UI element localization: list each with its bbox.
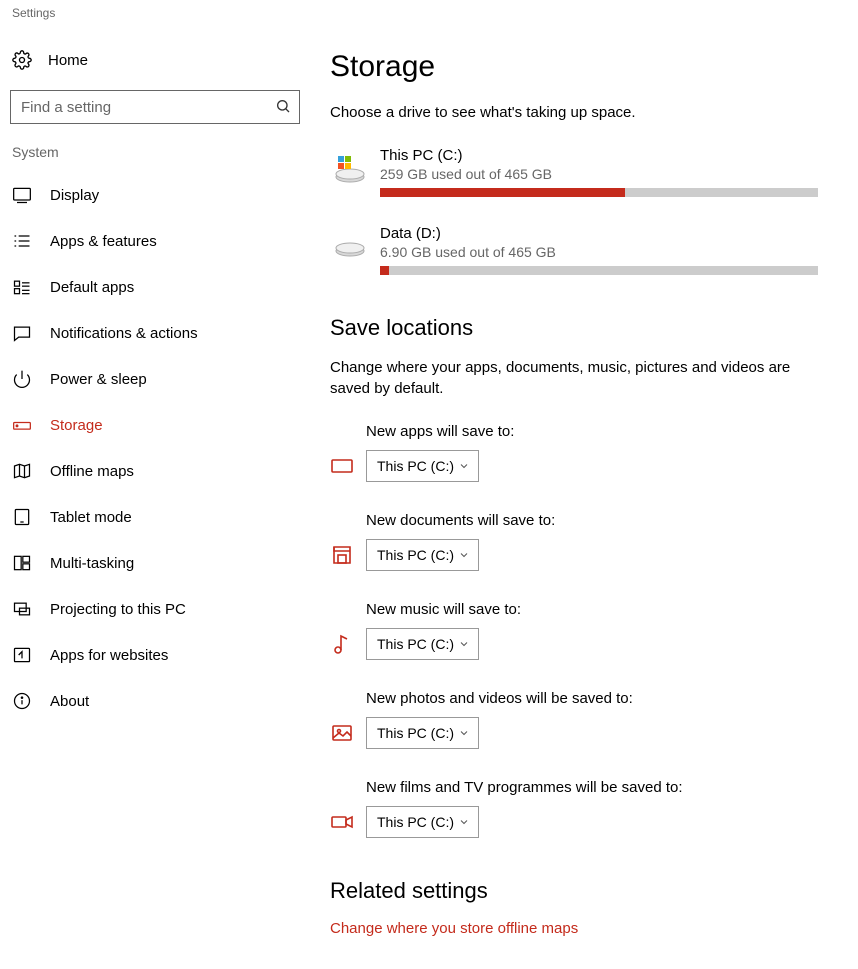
apps-save-icon xyxy=(330,454,354,478)
nav-offline-maps[interactable]: Offline maps xyxy=(0,448,310,494)
dropdown-value: This PC (C:) xyxy=(377,458,454,474)
save-music-dropdown[interactable]: This PC (C:) xyxy=(366,628,479,660)
nav-label: Notifications & actions xyxy=(50,325,198,342)
nav-label: Storage xyxy=(50,417,103,434)
chevron-down-icon xyxy=(458,727,470,739)
drive-usage-bar xyxy=(380,188,818,197)
gear-icon xyxy=(12,50,32,70)
documents-save-icon xyxy=(330,543,354,567)
nav-multi-tasking[interactable]: Multi-tasking xyxy=(0,540,310,586)
dropdown-value: This PC (C:) xyxy=(377,814,454,830)
save-label-photos: New photos and videos will be saved to: xyxy=(366,690,818,707)
default-apps-icon xyxy=(12,277,32,297)
nav-label: Tablet mode xyxy=(50,509,132,526)
drive-data-icon xyxy=(330,227,370,267)
window-title: Settings xyxy=(0,0,858,32)
list-icon xyxy=(12,231,32,251)
nav-label: Apps & features xyxy=(50,233,157,250)
save-apps-dropdown[interactable]: This PC (C:) xyxy=(366,450,479,482)
nav-power-sleep[interactable]: Power & sleep xyxy=(0,356,310,402)
dropdown-value: This PC (C:) xyxy=(377,636,454,652)
storage-icon xyxy=(12,415,32,435)
nav-storage[interactable]: Storage xyxy=(0,402,310,448)
nav-label: Apps for websites xyxy=(50,647,168,664)
notifications-icon xyxy=(12,323,32,343)
nav-apps-websites[interactable]: Apps for websites xyxy=(0,632,310,678)
nav-tablet-mode[interactable]: Tablet mode xyxy=(0,494,310,540)
save-label-documents: New documents will save to: xyxy=(366,512,818,529)
nav-label: Display xyxy=(50,187,99,204)
chevron-down-icon xyxy=(458,460,470,472)
chevron-down-icon xyxy=(458,816,470,828)
photos-save-icon xyxy=(330,721,354,745)
search-input[interactable] xyxy=(11,99,299,116)
save-label-apps: New apps will save to: xyxy=(366,423,818,440)
nav-label: Projecting to this PC xyxy=(50,601,186,618)
drive-usage-text: 259 GB used out of 465 GB xyxy=(380,166,818,182)
search-input-container[interactable] xyxy=(10,90,300,124)
home-label: Home xyxy=(48,52,88,69)
info-icon xyxy=(12,691,32,711)
nav-label: Multi-tasking xyxy=(50,555,134,572)
apps-websites-icon xyxy=(12,645,32,665)
projecting-icon xyxy=(12,599,32,619)
dropdown-value: This PC (C:) xyxy=(377,547,454,563)
nav-label: Offline maps xyxy=(50,463,134,480)
chevron-down-icon xyxy=(458,638,470,650)
page-heading-related: Related settings xyxy=(330,878,818,904)
monitor-icon xyxy=(12,185,32,205)
storage-subtext: Choose a drive to see what's taking up s… xyxy=(330,102,818,123)
drive-system-icon xyxy=(330,149,370,189)
save-locations-subtext: Change where your apps, documents, music… xyxy=(330,357,818,399)
save-photos-dropdown[interactable]: This PC (C:) xyxy=(366,717,479,749)
nav-apps-features[interactable]: Apps & features xyxy=(0,218,310,264)
nav-label: About xyxy=(50,693,89,710)
drive-usage-bar xyxy=(380,266,818,275)
drive-usage-fill xyxy=(380,266,389,275)
save-label-films: New films and TV programmes will be save… xyxy=(366,779,818,796)
save-label-music: New music will save to: xyxy=(366,601,818,618)
page-heading-save-locations: Save locations xyxy=(330,315,818,341)
nav-display[interactable]: Display xyxy=(0,172,310,218)
multitasking-icon xyxy=(12,553,32,573)
drive-usage-fill xyxy=(380,188,625,197)
home-button[interactable]: Home xyxy=(0,42,310,78)
music-save-icon xyxy=(330,632,354,656)
page-heading-storage: Storage xyxy=(330,50,818,84)
map-icon xyxy=(12,461,32,481)
video-save-icon xyxy=(330,810,354,834)
drive-d[interactable]: Data (D:) 6.90 GB used out of 465 GB xyxy=(330,225,818,275)
drive-name: This PC (C:) xyxy=(380,147,818,164)
related-link-offline-maps[interactable]: Change where you store offline maps xyxy=(330,920,818,937)
save-documents-dropdown[interactable]: This PC (C:) xyxy=(366,539,479,571)
drive-usage-text: 6.90 GB used out of 465 GB xyxy=(380,244,818,260)
nav-notifications[interactable]: Notifications & actions xyxy=(0,310,310,356)
save-films-dropdown[interactable]: This PC (C:) xyxy=(366,806,479,838)
nav-about[interactable]: About xyxy=(0,678,310,724)
nav-section-header: System xyxy=(0,144,310,172)
dropdown-value: This PC (C:) xyxy=(377,725,454,741)
tablet-icon xyxy=(12,507,32,527)
nav-projecting[interactable]: Projecting to this PC xyxy=(0,586,310,632)
chevron-down-icon xyxy=(458,549,470,561)
power-icon xyxy=(12,369,32,389)
drive-c[interactable]: This PC (C:) 259 GB used out of 465 GB xyxy=(330,147,818,197)
nav-label: Power & sleep xyxy=(50,371,147,388)
drive-name: Data (D:) xyxy=(380,225,818,242)
nav-label: Default apps xyxy=(50,279,134,296)
nav-default-apps[interactable]: Default apps xyxy=(0,264,310,310)
